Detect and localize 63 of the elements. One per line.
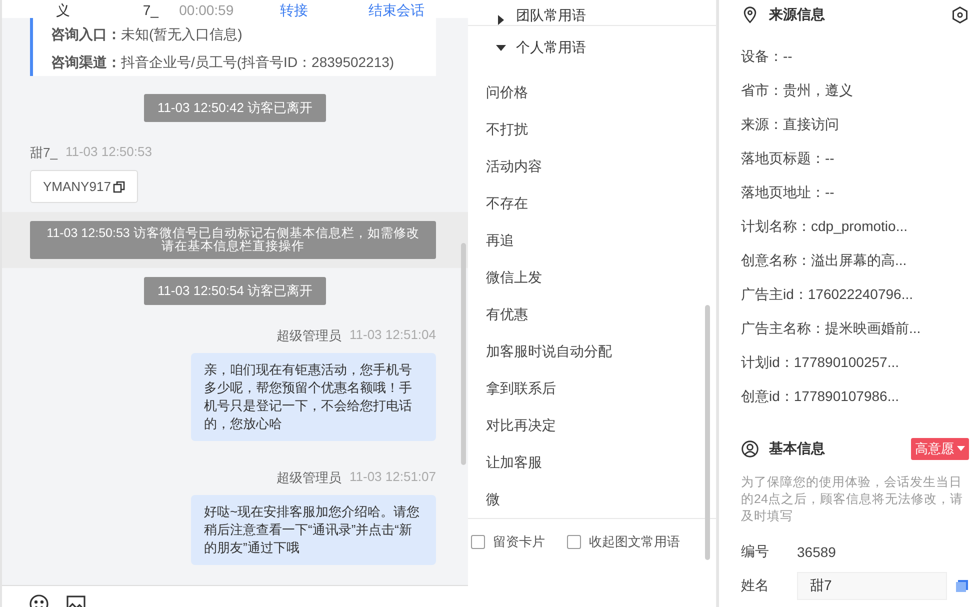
- phrase-item[interactable]: 让加客服: [468, 444, 716, 481]
- phrase-item[interactable]: 拿到联系后: [468, 370, 716, 407]
- group-header[interactable]: 个人常用语: [468, 26, 716, 70]
- info-row-text: 广告主id：176022240796...: [741, 284, 914, 304]
- footer-checkbox[interactable]: 收起图文常用语: [567, 533, 680, 551]
- header-link[interactable]: 结束会话: [368, 2, 468, 18]
- card-row-text: 咨询入口：未知(暂无入口信息): [51, 25, 244, 44]
- info-row-text: 来源：直接访问: [741, 114, 840, 134]
- intent-tag[interactable]: 高意愿: [911, 438, 969, 460]
- phrase-item[interactable]: 不存在: [468, 185, 716, 222]
- phrase-item[interactable]: 有优惠: [468, 296, 716, 333]
- message-time: 11-03 12:50:53: [65, 144, 152, 161]
- phrase-item[interactable]: 微信上发: [468, 259, 716, 296]
- header-text: 00:00:59: [179, 2, 235, 18]
- user-icon: [741, 440, 759, 458]
- caret-icon: [496, 43, 506, 53]
- card-row-text: 咨询渠道：抖音企业号/员工号(抖音号ID：2839502213): [51, 53, 396, 72]
- name-input[interactable]: 甜7: [797, 572, 947, 600]
- info-row-text: 创意名称：溢出屏幕的高...: [741, 250, 908, 270]
- info-row-text: 计划名称：cdp_promotio...: [741, 216, 908, 236]
- message-bubble: 亲，咱们现在有钜惠活动，您手机号多少呢，帮您预留个优惠名额哦！手机号只是登记一下，不会给您打电话的，您放心哈: [191, 353, 436, 441]
- info-row-text: 设备：--: [741, 46, 794, 66]
- field-label: 姓名: [741, 577, 770, 596]
- group-header[interactable]: 团队常用语: [468, 0, 716, 26]
- field-label: 编号: [741, 543, 770, 562]
- header-text: 义: [56, 2, 71, 18]
- sender-name: 超级管理员: [276, 327, 342, 345]
- info-row-text: 落地页地址：--: [741, 182, 836, 202]
- phrase-item[interactable]: 再追: [468, 222, 716, 259]
- section-title: 来源信息: [769, 6, 826, 24]
- message-time: 11-03 12:51:04: [350, 327, 436, 344]
- message-time: 11-03 12:51:07: [350, 469, 436, 486]
- message-bubble: YMANY917: [30, 170, 138, 203]
- message-bubble: 好哒~现在安排客服加您介绍哈。请您稍后注意查看一下“通讯录”并点击“新的朋友”通过下哦: [191, 495, 436, 565]
- header-text: 7_: [142, 2, 160, 18]
- info-row-text: 落地页标题：--: [741, 148, 836, 168]
- caret-icon: [957, 446, 965, 452]
- section-title: 基本信息: [769, 440, 826, 458]
- phrase-item[interactable]: 加客服时说自动分配: [468, 333, 716, 370]
- info-row-text: 计划id：177890100257...: [741, 352, 900, 372]
- sender-name: 超级管理员: [276, 469, 342, 487]
- caret-icon: [496, 15, 506, 25]
- scrollbar[interactable]: [461, 243, 466, 465]
- location-pin-icon: [741, 6, 759, 24]
- info-row-text: 省市：贵州，遵义: [741, 80, 854, 100]
- sender-name: 甜7_: [30, 144, 58, 162]
- phrase-item[interactable]: 微: [468, 481, 716, 518]
- phrase-item[interactable]: 活动内容: [468, 148, 716, 185]
- header-link[interactable]: 转接: [280, 2, 369, 18]
- field-value: 36589: [797, 544, 836, 560]
- hexagon-icon: [951, 6, 969, 24]
- scrollbar[interactable]: [705, 305, 710, 560]
- info-note: 为了保障您的使用体验，会话发生当日的24点之后，顾客信息将无法修改，请及时填写: [741, 474, 964, 526]
- system-notice: 11-03 12:50:42 访客已离开: [144, 94, 326, 122]
- copy-icon[interactable]: [112, 180, 125, 192]
- info-row-text: 广告主名称：提米映画婚前...: [741, 318, 922, 338]
- system-notice: 11-03 12:50:54 访客已离开: [144, 277, 326, 305]
- footer-checkbox[interactable]: 留资卡片: [471, 533, 545, 551]
- phrase-item[interactable]: 不打扰: [468, 111, 716, 148]
- phrase-item[interactable]: 对比再决定: [468, 407, 716, 444]
- phrase-item[interactable]: 问价格: [468, 74, 716, 111]
- system-notice: 11-03 12:50:53 访客微信号已自动标记右侧基本信息栏，如需修改请在基本信息栏直接操作: [30, 221, 436, 259]
- info-row-text: 创意id：177890107986...: [741, 386, 900, 406]
